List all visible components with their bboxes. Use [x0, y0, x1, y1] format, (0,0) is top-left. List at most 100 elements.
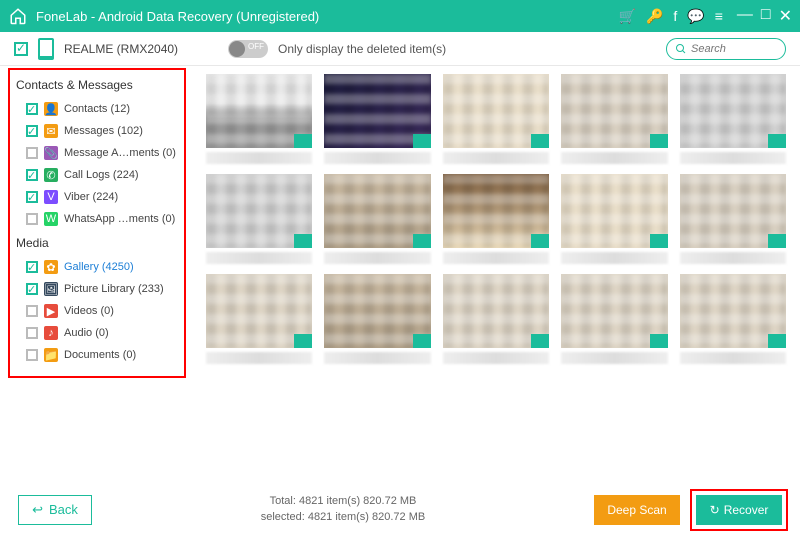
minimize-icon[interactable]: — [737, 6, 753, 26]
sidebar-item[interactable]: V Viber (224) [14, 186, 182, 208]
sidebar-item[interactable]: 👤 Contacts (12) [14, 98, 182, 120]
item-checkbox[interactable] [26, 125, 38, 137]
item-label: Gallery (4250) [64, 261, 134, 273]
item-label: Viber (224) [64, 191, 118, 203]
item-checkbox[interactable] [26, 147, 38, 159]
thumbnail[interactable] [680, 74, 786, 164]
selected-badge [413, 334, 431, 348]
item-checkbox[interactable] [26, 261, 38, 273]
thumbnail[interactable] [561, 274, 667, 364]
category-contacts: Contacts & Messages [16, 78, 182, 92]
sidebar-item[interactable]: ♪Audio (0) [14, 322, 182, 344]
thumbnail-caption [206, 152, 312, 164]
item-checkbox[interactable] [26, 169, 38, 181]
maximize-icon[interactable]: □ [761, 6, 771, 26]
sidebar-item[interactable]: 📁Documents (0) [14, 344, 182, 366]
back-button[interactable]: ↩ Back [18, 495, 92, 525]
selected-badge [294, 134, 312, 148]
thumbnail[interactable] [206, 174, 312, 264]
thumbnail[interactable] [206, 274, 312, 364]
thumbnail[interactable] [324, 274, 430, 364]
recover-button[interactable]: ↻ Recover [696, 495, 782, 525]
thumbnail-image [324, 174, 430, 248]
sidebar-item[interactable]: ✆ Call Logs (224) [14, 164, 182, 186]
thumbnail[interactable] [443, 74, 549, 164]
sidebar-item[interactable]: ✉Messages (102) [14, 120, 182, 142]
item-label: Message A…ments (0) [64, 147, 176, 159]
window-controls: — □ ✕ [737, 6, 792, 26]
stats-total: Total: 4821 item(s) 820.72 MB [108, 494, 578, 509]
thumbnail-image [206, 274, 312, 348]
thumbnail-image [206, 174, 312, 248]
thumbnail[interactable] [680, 274, 786, 364]
facebook-icon[interactable]: f [673, 8, 677, 24]
title-bar: FoneLab - Android Data Recovery (Unregis… [0, 0, 800, 32]
thumbnail-caption [324, 252, 430, 264]
thumbnail-image [324, 274, 430, 348]
item-label: Documents (0) [64, 349, 136, 361]
search-icon [675, 43, 687, 55]
thumbnail[interactable] [680, 174, 786, 264]
deep-scan-button[interactable]: Deep Scan [594, 495, 680, 525]
thumbnail[interactable] [206, 74, 312, 164]
item-label: Videos (0) [64, 305, 114, 317]
recover-icon: ↻ [710, 503, 720, 517]
thumbnail[interactable] [324, 74, 430, 164]
feedback-icon[interactable]: 💬 [687, 8, 704, 25]
back-arrow-icon: ↩ [32, 502, 43, 518]
thumbnail-image [443, 74, 549, 148]
item-label: Messages (102) [64, 125, 143, 137]
selected-badge [294, 334, 312, 348]
item-label: Contacts (12) [64, 103, 130, 115]
item-icon: ✆ [44, 168, 58, 182]
search-input[interactable] [691, 43, 771, 55]
search-box[interactable] [666, 38, 786, 60]
back-label: Back [49, 502, 78, 517]
item-icon: V [44, 190, 58, 204]
item-checkbox[interactable] [26, 283, 38, 295]
thumbnail[interactable] [324, 174, 430, 264]
item-icon: ✿ [44, 260, 58, 274]
thumbnail[interactable] [443, 174, 549, 264]
item-checkbox[interactable] [26, 103, 38, 115]
stats-selected: selected: 4821 item(s) 820.72 MB [108, 510, 578, 525]
cart-icon[interactable]: 🛒 [619, 8, 636, 25]
sidebar-item[interactable]: ✿ Gallery (4250) [14, 256, 182, 278]
thumbnail[interactable] [443, 274, 549, 364]
selected-badge [650, 234, 668, 248]
thumbnail[interactable] [561, 74, 667, 164]
thumbnail-image [561, 174, 667, 248]
thumbnail-caption [324, 152, 430, 164]
category-media: Media [16, 236, 182, 250]
key-icon[interactable]: 🔑 [646, 8, 663, 25]
item-icon: W [44, 212, 58, 226]
item-checkbox[interactable] [26, 191, 38, 203]
toggle-text: Only display the deleted item(s) [278, 42, 446, 56]
thumbnail[interactable] [561, 174, 667, 264]
select-all-checkbox[interactable] [14, 42, 28, 56]
item-icon: 👤 [44, 102, 58, 116]
item-checkbox[interactable] [26, 349, 38, 361]
item-checkbox[interactable] [26, 327, 38, 339]
menu-icon[interactable]: ≡ [715, 8, 723, 24]
sidebar-item[interactable]: 📎 Message A…ments (0) [14, 142, 182, 164]
thumbnail-image [680, 274, 786, 348]
item-label: Call Logs (224) [64, 169, 139, 181]
home-icon[interactable] [8, 6, 28, 26]
phone-icon [38, 38, 54, 60]
sidebar-item[interactable]: ▶Videos (0) [14, 300, 182, 322]
item-icon: 📎 [44, 146, 58, 160]
thumbnail-image [443, 174, 549, 248]
item-label: Audio (0) [64, 327, 109, 339]
close-icon[interactable]: ✕ [779, 6, 792, 26]
thumbnail-grid [206, 74, 786, 364]
sidebar-item[interactable]: WWhatsApp …ments (0) [14, 208, 182, 230]
deleted-only-toggle[interactable]: OFF [228, 40, 268, 58]
thumbnail-caption [443, 352, 549, 364]
item-icon: 🖼 [44, 282, 58, 296]
item-checkbox[interactable] [26, 213, 38, 225]
item-checkbox[interactable] [26, 305, 38, 317]
sidebar-item[interactable]: 🖼Picture Library (233) [14, 278, 182, 300]
thumbnail-image [443, 274, 549, 348]
thumbnail-image [561, 74, 667, 148]
